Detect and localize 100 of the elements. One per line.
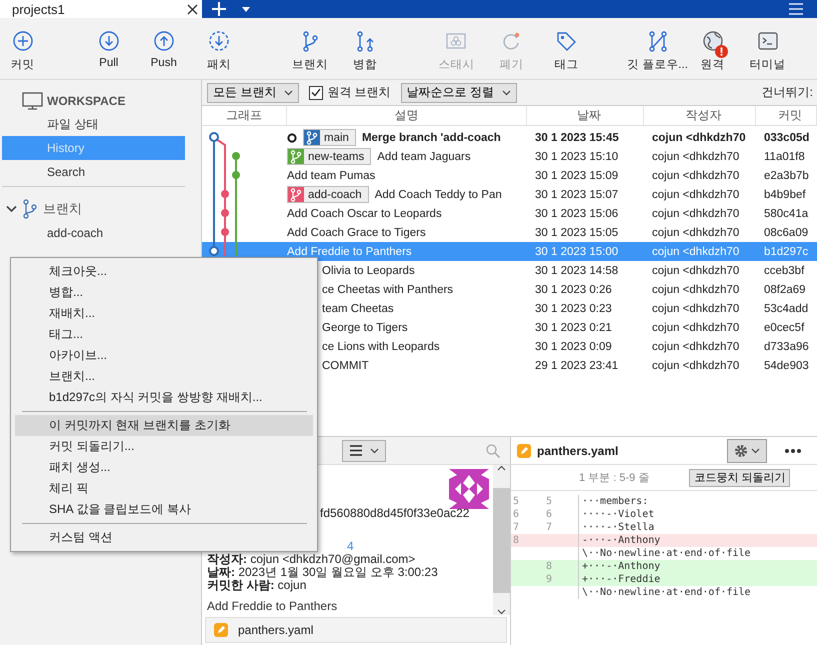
line-number: 8 [546,561,552,572]
commit-author: cojun <dhkdzh70 [651,284,740,296]
toolbar-button[interactable]: 커밋 [0,18,45,79]
avatar [449,469,489,509]
settings-button[interactable] [727,438,767,462]
toolbar-button[interactable]: 패치 [191,18,246,79]
scroll-down-icon[interactable] [497,609,506,615]
commit-hash: b4b9bef [763,188,807,200]
branch-icon [23,199,37,219]
plus-icon[interactable] [212,2,226,16]
commit-message: George to Tigers [322,322,408,334]
diff-text: ····-·Violet [581,508,656,521]
menu-item[interactable]: 커스텀 액션 [15,527,313,548]
commit-message: Merge branch 'add-coach [362,132,501,144]
branch-label[interactable]: add-coach [287,186,369,203]
scroll-up-icon[interactable] [497,465,506,471]
commit-row[interactable]: new-teams Add team Jaguars 30 1 2023 15:10 cojun <dhkdzh70 11a01f8 [202,147,817,166]
menu-item[interactable]: 패치 생성... [15,457,313,478]
diff-text: +···-·Anthony [581,560,662,573]
caret-icon[interactable] [242,6,250,12]
commit-message: Add Freddie to Panthers [287,246,412,258]
menu-item[interactable]: 태그... [15,324,313,345]
chevron-down-icon[interactable] [6,205,17,213]
line-number: 7 [513,522,520,533]
column-header[interactable]: 날짜 [527,106,644,125]
sidebar-item[interactable]: Search [2,160,185,184]
pencil-icon [517,444,531,458]
toolbar-button[interactable]: 태그 [538,18,594,79]
diff-text: -···-·Anthony [581,534,662,547]
commit-hash: 033c05d [763,132,810,144]
commit-message: ce Lions with Leopards [322,340,440,352]
toolbar-button[interactable]: 병합 [338,18,392,79]
toolbar-button[interactable]: 원격 [685,18,740,79]
commit-author: cojun <dhkdzh70 [651,322,740,334]
commit-row[interactable]: Add Coach Oscar to Leopards 30 1 2023 15:06 cojun <dhkdzh70 580c41a [202,204,817,223]
menu-item[interactable]: 재배치... [15,303,313,324]
toolbar-button[interactable]: 터미널 [740,18,795,79]
view-mode-button[interactable] [342,440,386,462]
file-title: panthers.yaml [537,444,618,458]
menu-item[interactable]: 브랜치... [15,366,313,387]
line-number: 8 [513,535,520,546]
commit-hash: e0cec5f [763,322,806,334]
commit-row[interactable]: main Merge branch 'add-coach 30 1 2023 15:45 cojun <dhkdzh70 033c05d [202,128,817,147]
menu-item[interactable]: 체리 픽 [15,478,313,499]
commit-row[interactable]: Add Coach Grace to Tigers 30 1 2023 15:05 cojun <dhkdzh70 08c6a09 [202,223,817,242]
menu-item[interactable]: 병합... [15,282,313,303]
commit-hash: fd560880d8d45f0f33e0ac22 [319,507,470,520]
menu-item[interactable]: SHA 값을 클립보드에 복사 [15,499,313,520]
flow-icon [646,30,668,52]
diff-text: ···members: [581,495,650,508]
changed-file-item[interactable]: panthers.yaml [205,617,507,643]
checkbox[interactable] [309,86,324,100]
branch-filter-dropdown[interactable]: 모든 브랜치 [207,82,300,102]
commit-hash: 11a01f8 [763,150,806,162]
chevron-down-icon [751,448,760,454]
commit-date: 30 1 2023 15:07 [534,188,620,200]
toolbar-button[interactable]: Pull [81,18,136,79]
line-number: 5 [513,496,520,507]
project-tab[interactable]: projects1 [0,0,202,18]
menu-item[interactable]: 커밋 되돌리기... [15,436,313,457]
close-icon[interactable] [187,4,198,14]
column-header[interactable]: 작성자 [644,106,756,125]
commit-author: cojun <dhkdzh70 [651,360,740,372]
commit-row[interactable]: Add team Pumas 30 1 2023 15:09 cojun <dhkdzh70 e2a3b7b [202,166,817,185]
more-icon[interactable] [785,448,801,452]
toolbar-button[interactable]: 깃 플로우... [630,18,685,79]
menu-item[interactable]: 체크아웃... [15,261,313,282]
commit-hash: 54de903 [763,360,810,372]
menu-item[interactable]: 이 커밋까지 현재 브랜치를 초기화 [15,415,313,436]
menu-icon[interactable] [789,3,803,15]
detail-line: 날짜: 2023년 1월 30일 월요일 오후 3:00:23 [207,566,439,579]
commit-author: cojun <dhkdzh70 [651,264,740,276]
commit-message: Add team Jaguars [377,150,471,162]
toolbar-button[interactable]: 브랜치 [282,18,338,79]
line-number: 6 [513,509,520,520]
commit-message: Add Coach Grace to Tigers [287,226,426,238]
commit-author: cojun <dhkdzh70 [651,150,740,162]
toolbar-button[interactable]: Push [136,18,192,79]
column-header[interactable]: 커밋 [756,106,817,125]
alert-icon [715,45,728,58]
hunk-title: 1 부분 : 5-9 줄 [579,471,650,485]
revert-hunk-button[interactable]: 코드뭉치 되돌리기 [689,468,790,486]
commit-date: 29 1 2023 23:41 [534,360,620,372]
branch-label[interactable]: new-teams [287,148,372,165]
terminal-icon [756,30,778,52]
column-header[interactable]: 설명 [287,106,527,125]
commit-message: Add Coach Oscar to Leopards [287,208,442,220]
check-icon [311,88,322,97]
commit-hash: 08f2a69 [763,284,807,296]
branch-item[interactable]: add-coach [2,221,185,245]
commit-message: team Cheetas [322,302,394,314]
sidebar-item[interactable]: 파일 상태 [2,112,185,136]
scrollbar-thumb[interactable] [493,488,510,592]
branch-label[interactable]: main [303,129,356,146]
sort-dropdown[interactable]: 날짜순으로 정렬 [400,82,518,102]
menu-item[interactable]: 아카이브... [15,345,313,366]
commit-message: Add team Pumas [287,170,376,182]
commit-row[interactable]: add-coach Add Coach Teddy to Pan 30 1 2023 15:07 cojun <dhkdzh70 b4b9bef [202,185,817,204]
column-header[interactable]: 그래프 [202,106,287,125]
menu-item[interactable]: b1d297c의 자식 커밋을 쌍방향 재배치... [15,387,313,408]
